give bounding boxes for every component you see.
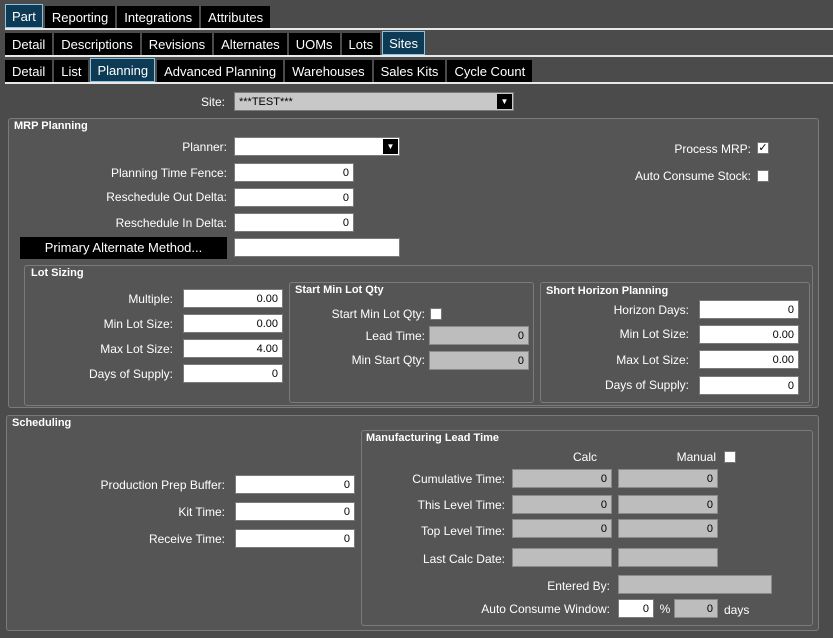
cumulative-time-label: Cumulative Time:: [412, 472, 505, 486]
tab-reporting[interactable]: Reporting: [44, 6, 116, 28]
process-mrp-label: Process MRP:: [674, 142, 751, 156]
calc-header: Calc: [572, 450, 597, 464]
tab-warehouses[interactable]: Warehouses: [285, 60, 372, 82]
start-min-lot-qty-checkbox[interactable]: [430, 308, 442, 320]
tab-planning[interactable]: Planning: [90, 58, 156, 82]
top-level-time-manual[interactable]: 0: [618, 519, 718, 538]
tab-detail[interactable]: Detail: [5, 33, 53, 55]
tab-revisions[interactable]: Revisions: [141, 33, 213, 55]
manufacturing-lead-time-title: Manufacturing Lead Time: [366, 432, 500, 444]
site-tabs: Detail List Planning Advanced Planning W…: [5, 58, 534, 82]
cumulative-time-calc[interactable]: 0: [512, 469, 612, 488]
lead-time-input[interactable]: 0: [429, 326, 529, 345]
site-select[interactable]: ***TEST*** ▼: [234, 92, 514, 111]
reschedule-in-input[interactable]: 0: [234, 213, 354, 232]
reschedule-out-input[interactable]: 0: [234, 188, 354, 207]
auto-consume-window-percent-input[interactable]: 0: [618, 599, 654, 618]
auto-consume-window-days-input[interactable]: 0: [674, 599, 718, 618]
part-tabs: Detail Descriptions Revisions Alternates…: [5, 31, 427, 55]
sh-max-lot-size-label: Max Lot Size:: [616, 353, 689, 367]
last-calc-date-label: Last Calc Date:: [422, 552, 505, 566]
tab-sales-kits[interactable]: Sales Kits: [373, 60, 446, 82]
top-level-time-calc[interactable]: 0: [512, 519, 612, 538]
planning-time-fence-input[interactable]: 0: [234, 163, 354, 182]
multiple-input[interactable]: 0.00: [183, 289, 283, 308]
planner-select[interactable]: ▼: [234, 137, 400, 156]
process-mrp-checkbox[interactable]: ✓: [757, 142, 769, 154]
reschedule-in-label: Reschedule In Delta:: [115, 216, 227, 230]
kit-time-input[interactable]: 0: [235, 502, 355, 521]
tab-alternates[interactable]: Alternates: [214, 33, 287, 55]
chevron-down-icon[interactable]: ▼: [383, 139, 398, 154]
auto-consume-window-label: Auto Consume Window:: [481, 602, 610, 616]
percent-symbol: %: [659, 602, 671, 616]
min-lot-size-input[interactable]: 0.00: [183, 314, 283, 333]
tab-cycle-count[interactable]: Cycle Count: [447, 60, 533, 82]
tab-sites[interactable]: Sites: [382, 31, 426, 55]
horizon-days-input[interactable]: 0: [699, 300, 799, 319]
sh-days-of-supply-input[interactable]: 0: [699, 376, 799, 395]
tab-lots[interactable]: Lots: [341, 33, 381, 55]
tab-part[interactable]: Part: [5, 4, 43, 28]
min-start-qty-label: Min Start Qty:: [351, 353, 425, 367]
start-min-lot-title: Start Min Lot Qty: [295, 284, 384, 296]
mrp-planning-title: MRP Planning: [14, 120, 88, 132]
top-tabs: Part Reporting Integrations Attributes: [5, 4, 272, 28]
horizon-days-label: Horizon Days:: [613, 303, 689, 317]
tab-integrations[interactable]: Integrations: [117, 6, 200, 28]
entered-by-field[interactable]: [618, 575, 772, 594]
site-value: ***TEST***: [239, 96, 293, 108]
days-of-supply-input[interactable]: 0: [183, 364, 283, 383]
lead-time-label: Lead Time:: [365, 329, 425, 343]
primary-alternate-method-field[interactable]: [234, 238, 400, 257]
site-label: Site:: [200, 95, 225, 109]
tab-list[interactable]: List: [54, 60, 89, 82]
days-label: days: [724, 603, 750, 617]
min-start-qty-input[interactable]: 0: [429, 351, 529, 370]
sh-max-lot-size-input[interactable]: 0.00: [699, 350, 799, 369]
auto-consume-stock-label: Auto Consume Stock:: [634, 169, 751, 183]
start-min-lot-qty-label: Start Min Lot Qty:: [331, 307, 425, 321]
receive-time-label: Receive Time:: [148, 532, 225, 546]
this-level-time-label: This Level Time:: [417, 498, 505, 512]
chevron-down-icon[interactable]: ▼: [497, 94, 512, 109]
max-lot-size-label: Max Lot Size:: [100, 342, 173, 356]
sh-days-of-supply-label: Days of Supply:: [604, 378, 689, 392]
reschedule-out-label: Reschedule Out Delta:: [106, 190, 227, 204]
short-horizon-title: Short Horizon Planning: [546, 285, 669, 297]
primary-alternate-method-button[interactable]: Primary Alternate Method...: [20, 237, 227, 259]
tab-divider: [5, 55, 833, 57]
manual-checkbox[interactable]: [724, 451, 736, 463]
cumulative-time-manual[interactable]: 0: [618, 469, 718, 488]
planner-label: Planner:: [182, 140, 227, 154]
last-calc-date-calc[interactable]: [512, 548, 612, 567]
tab-uoms[interactable]: UOMs: [288, 33, 340, 55]
auto-consume-stock-checkbox[interactable]: [757, 170, 769, 182]
this-level-time-calc[interactable]: 0: [512, 495, 612, 514]
tab-divider: [5, 82, 833, 84]
tab-divider: [5, 28, 833, 30]
max-lot-size-input[interactable]: 4.00: [183, 339, 283, 358]
multiple-label: Multiple:: [128, 292, 173, 306]
tab-advanced-planning[interactable]: Advanced Planning: [157, 60, 284, 82]
this-level-time-manual[interactable]: 0: [618, 495, 718, 514]
top-level-time-label: Top Level Time:: [420, 524, 505, 538]
sh-min-lot-size-input[interactable]: 0.00: [699, 325, 799, 344]
entered-by-label: Entered By:: [547, 579, 610, 593]
scheduling-title: Scheduling: [12, 417, 72, 429]
production-prep-buffer-input[interactable]: 0: [235, 475, 355, 494]
sh-min-lot-size-label: Min Lot Size:: [619, 327, 689, 341]
min-lot-size-label: Min Lot Size:: [103, 317, 173, 331]
tab-attributes[interactable]: Attributes: [201, 6, 271, 28]
kit-time-label: Kit Time:: [178, 505, 225, 519]
lot-sizing-title: Lot Sizing: [31, 267, 84, 279]
receive-time-input[interactable]: 0: [235, 529, 355, 548]
days-of-supply-label: Days of Supply:: [88, 367, 173, 381]
tab-descriptions[interactable]: Descriptions: [54, 33, 140, 55]
tab-site-detail[interactable]: Detail: [5, 60, 53, 82]
planning-time-fence-label: Planning Time Fence:: [110, 166, 227, 180]
last-calc-date-manual[interactable]: [618, 548, 718, 567]
manual-header: Manual: [676, 450, 716, 464]
production-prep-buffer-label: Production Prep Buffer:: [100, 478, 225, 492]
